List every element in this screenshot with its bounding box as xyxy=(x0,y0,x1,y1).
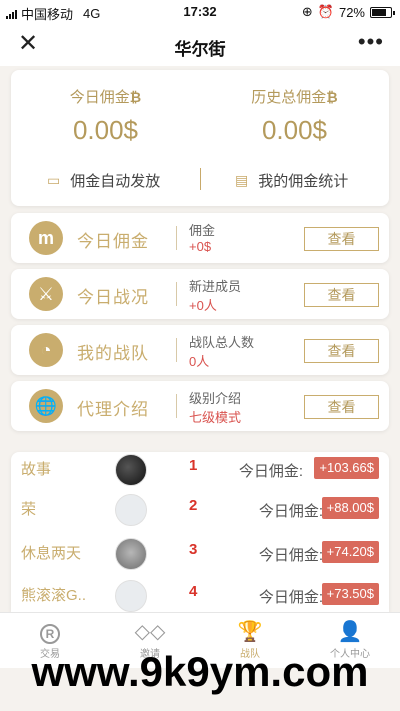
view-button[interactable]: 查看 xyxy=(304,395,379,419)
bitcoin-icon: ₿ xyxy=(326,89,338,105)
auto-payout-button[interactable]: ▭ 佣金自动发放 xyxy=(47,170,160,191)
member-name: 熊滚滚G.. xyxy=(21,587,87,604)
globe-icon: 🌐 xyxy=(29,389,63,423)
divider xyxy=(200,168,201,190)
list-item[interactable]: 荣 2 今日佣金: +88.00$ xyxy=(11,494,389,538)
row-title: 我的战队 xyxy=(77,344,149,363)
divider xyxy=(176,226,177,250)
status-bar: 中国移动 4G 17:32 ⊕ ⏰ 72% xyxy=(0,0,400,24)
more-button[interactable]: ••• xyxy=(358,29,384,55)
amount-label: 今日佣金: xyxy=(238,463,303,480)
list-item[interactable]: 故事 1 今日佣金: +103.66$ xyxy=(11,454,389,498)
swords-icon: ⚔ xyxy=(29,277,63,311)
divider xyxy=(176,338,177,362)
view-button[interactable]: 查看 xyxy=(304,339,379,363)
commission-badge: +88.00$ xyxy=(321,497,379,519)
watermark: www.9k9ym.com xyxy=(31,648,369,695)
document-icon: ▤ xyxy=(235,172,249,188)
commission-stats-label: 我的佣金统计 xyxy=(258,173,349,190)
row-today-battle[interactable]: ⚔ 今日战况 新进成员 +0人 查看 xyxy=(11,269,389,319)
trophy-icon: 🏆 xyxy=(237,621,263,643)
amount-label: 今日佣金: xyxy=(258,547,323,564)
member-name: 休息两天 xyxy=(21,545,82,562)
user-icon: 👤 xyxy=(337,621,363,643)
rank-number: 2 xyxy=(189,497,198,514)
m-logo-icon: m xyxy=(29,221,63,255)
ranking-list: 故事 1 今日佣金: +103.66$ 荣 2 今日佣金: +88.00$ 休息… xyxy=(11,452,389,612)
row-today-commission[interactable]: m 今日佣金 佣金 +0$ 查看 xyxy=(11,213,389,263)
rank-number: 4 xyxy=(189,583,198,600)
page-title: 华尔街 xyxy=(174,40,226,59)
row-value: 0人 xyxy=(189,354,210,369)
view-button[interactable]: 查看 xyxy=(304,227,379,251)
view-button[interactable]: 查看 xyxy=(304,283,379,307)
today-commission: 今日佣金₿ 0.00$ xyxy=(11,86,200,146)
list-item[interactable]: 休息两天 3 今日佣金: +74.20$ xyxy=(11,538,389,582)
member-name: 荣 xyxy=(21,501,37,518)
status-right: ⊕ ⏰ 72% xyxy=(301,4,395,20)
alarm-icon: ⏰ xyxy=(317,4,334,19)
row-title: 代理介绍 xyxy=(77,400,149,419)
registered-icon: R xyxy=(40,624,60,644)
row-label: 级别介绍 xyxy=(189,391,242,406)
row-value: +0$ xyxy=(189,239,212,254)
bitcoin-icon: ₿ xyxy=(129,89,142,105)
avatar xyxy=(115,454,147,486)
rank-number: 3 xyxy=(189,541,198,558)
amount-label: 今日佣金: xyxy=(258,589,323,606)
commission-badge: +74.20$ xyxy=(321,541,379,563)
pie-chart-icon: ◔ xyxy=(29,333,63,367)
auto-payout-label: 佣金自动发放 xyxy=(70,173,161,190)
rank-number: 1 xyxy=(189,457,198,474)
today-commission-label: 今日佣金 xyxy=(69,89,130,106)
list-item[interactable]: 熊滚滚G.. 4 今日佣金: +73.50$ xyxy=(11,580,389,612)
battery-text: 72% xyxy=(338,4,365,20)
commission-badge: +73.50$ xyxy=(321,583,379,605)
row-label: 新进成员 xyxy=(189,279,242,294)
commission-summary-card: 今日佣金₿ 0.00$ 历史总佣金₿ 0.00$ ▭ 佣金自动发放 ▤ 我的佣金… xyxy=(11,70,389,206)
amount-label: 今日佣金: xyxy=(258,503,323,520)
row-title: 今日佣金 xyxy=(77,232,149,251)
lock-rotation-icon: ⊕ xyxy=(301,4,313,19)
total-commission-label: 历史总佣金 xyxy=(251,89,327,106)
divider xyxy=(176,394,177,418)
commission-stats-button[interactable]: ▤ 我的佣金统计 xyxy=(235,170,348,191)
card-icon: ▭ xyxy=(47,172,61,188)
row-agent-intro[interactable]: 🌐 代理介绍 级别介绍 七级模式 查看 xyxy=(11,381,389,431)
commission-badge: +103.66$ xyxy=(314,457,379,479)
row-label: 佣金 xyxy=(189,223,216,238)
row-my-team[interactable]: ◔ 我的战队 战队总人数 0人 查看 xyxy=(11,325,389,375)
total-commission-value: 0.00$ xyxy=(261,115,328,145)
row-label: 战队总人数 xyxy=(189,335,255,350)
divider xyxy=(176,282,177,306)
row-title: 今日战况 xyxy=(77,288,149,307)
today-commission-value: 0.00$ xyxy=(72,115,139,145)
nav-bar: ✕ 华尔街 ••• xyxy=(0,24,400,66)
avatar xyxy=(115,494,147,526)
battery-icon xyxy=(370,6,395,18)
summary-actions: ▭ 佣金自动发放 ▤ 我的佣金统计 xyxy=(11,166,389,194)
row-value: +0人 xyxy=(189,298,217,313)
row-value: 七级模式 xyxy=(189,410,242,425)
total-commission: 历史总佣金₿ 0.00$ xyxy=(200,86,389,146)
avatar xyxy=(115,538,147,570)
member-name: 故事 xyxy=(21,461,52,478)
avatar xyxy=(115,580,147,612)
link-icon: ◇◇ xyxy=(134,621,166,643)
